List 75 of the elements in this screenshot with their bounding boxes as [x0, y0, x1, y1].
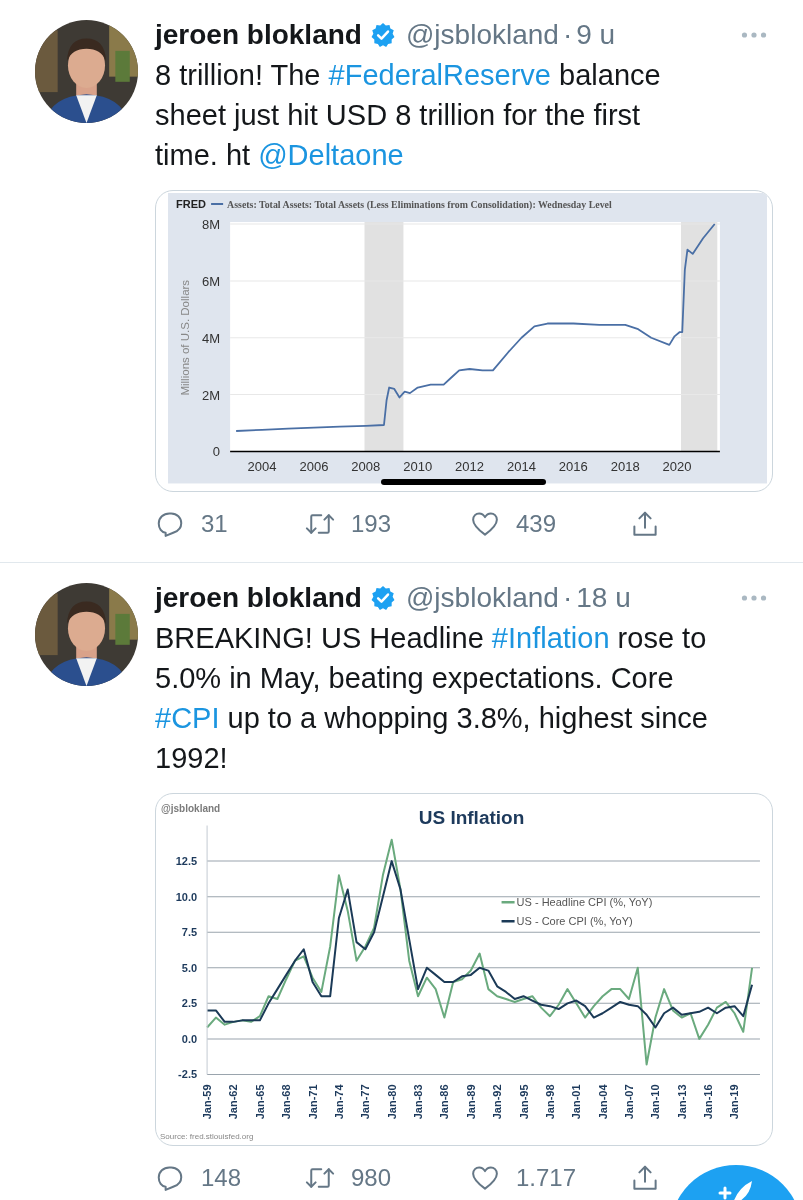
x-tick-label: Jan-07 — [623, 1084, 635, 1120]
chart-watermark: @jsblokland — [161, 803, 221, 815]
y-tick-label: 0 — [212, 444, 221, 460]
y-tick-label: 8M — [202, 217, 221, 233]
x-tick-label: 2008 — [351, 459, 381, 475]
legend-label: US - Core CPI (%, YoY) — [516, 915, 633, 928]
timestamp[interactable]: 9 u — [576, 19, 616, 51]
x-tick-label: Jan-13 — [675, 1084, 688, 1120]
y-tick-label: 12.5 — [175, 855, 198, 868]
x-tick-label: 2012 — [455, 459, 485, 475]
author-handle[interactable]: @jsblokland — [405, 19, 559, 51]
reply-button[interactable]: 31 — [155, 504, 228, 545]
y-tick-label: 7.5 — [181, 926, 198, 939]
x-tick-label: Jan-98 — [543, 1084, 556, 1120]
speech-bubble-icon — [155, 1163, 185, 1194]
x-tick-label: Jan-83 — [412, 1084, 425, 1120]
tweet-text: 8 trillion! The #FederalReserve balance sheet just hit USD 8 trillion for the first time. ht @Deltaone — [155, 58, 662, 173]
x-tick-label: Jan-68 — [280, 1084, 293, 1120]
media-card[interactable] — [155, 793, 773, 1147]
x-tick-label: Jan-74 — [332, 1084, 345, 1120]
x-tick-label: Jan-16 — [702, 1084, 715, 1120]
x-tick-label: 2018 — [610, 459, 640, 475]
mention-link[interactable]: @Deltaone — [258, 139, 404, 171]
hashtag-link[interactable]: #CPI — [155, 702, 220, 735]
retweet-button[interactable]: 980 — [305, 1158, 392, 1199]
y-tick-label: 2M — [202, 387, 221, 403]
tweet-text: BREAKING! US Headline #Inflation rose to 5.0% in May, beating expectations. Core #CPI up to a whopping 3.8%, highest since 1992! — [155, 621, 709, 777]
x-tick-label: Jan-71 — [306, 1084, 319, 1120]
axis-title: Millions of U.S. Dollars — [179, 279, 192, 396]
x-tick-label: Jan-92 — [491, 1084, 504, 1120]
x-tick-label: Jan-89 — [464, 1084, 477, 1120]
separator-dot: · — [562, 19, 573, 51]
timestamp[interactable]: 18 u — [576, 582, 631, 615]
x-tick-label: 2020 — [662, 459, 692, 475]
x-tick-label: 2010 — [403, 459, 433, 475]
x-tick-label: Jan-77 — [359, 1084, 372, 1120]
y-tick-label: 4M — [202, 330, 221, 346]
author-name[interactable]: jeroen blokland — [155, 19, 362, 51]
author-handle[interactable]: @jsblokland — [405, 582, 559, 615]
legend-label: Assets: Total Assets: Total Assets (Less Eliminations from Consolidation): Wednesday Level — [227, 199, 617, 211]
legend-swatch — [501, 901, 515, 904]
x-tick-label: Jan-01 — [570, 1084, 583, 1120]
x-tick-label: Jan-65 — [253, 1084, 266, 1120]
speech-bubble-icon — [155, 509, 185, 540]
x-tick-label: Jan-95 — [517, 1084, 530, 1120]
legend-swatch — [501, 920, 515, 923]
like-button[interactable]: 1.717 — [470, 1158, 577, 1199]
y-tick-label: 5.0 — [181, 962, 198, 975]
x-tick-label: 2016 — [558, 459, 588, 475]
x-tick-label: Jan-86 — [438, 1084, 451, 1120]
x-tick-label: 2004 — [247, 459, 277, 475]
retweet-button[interactable]: 193 — [305, 504, 392, 545]
hashtag-link[interactable]: #Inflation — [491, 622, 610, 655]
x-tick-label: Jan-62 — [227, 1084, 240, 1120]
hashtag-link[interactable]: #FederalReserve — [328, 59, 551, 91]
x-tick-label: Jan-04 — [596, 1084, 609, 1120]
legend-label: US - Headline CPI (%, YoY) — [516, 896, 653, 909]
like-button[interactable]: 439 — [470, 504, 557, 545]
x-tick-label: Jan-59 — [201, 1084, 214, 1120]
x-tick-label: 2014 — [506, 459, 536, 475]
author-name[interactable]: jeroen blokland — [155, 582, 362, 615]
y-tick-label: 2.5 — [181, 997, 198, 1010]
x-tick-label: Jan-10 — [649, 1084, 662, 1120]
separator-dot: · — [562, 582, 573, 615]
x-tick-label: Jan-80 — [385, 1084, 398, 1120]
chart-logo: FRED — [176, 198, 206, 211]
chart-title: US Inflation — [418, 807, 525, 829]
y-tick-label: 6M — [202, 273, 221, 289]
x-tick-label: Jan-19 — [728, 1084, 741, 1120]
source-note: Source: fred.stlouisfed.org — [160, 1132, 254, 1142]
y-tick-label: 0.0 — [181, 1033, 198, 1046]
reply-button[interactable]: 148 — [155, 1158, 242, 1199]
y-tick-label: 10.0 — [175, 891, 198, 904]
y-tick-label: -2.5 — [178, 1068, 198, 1081]
x-tick-label: 2006 — [299, 459, 329, 475]
